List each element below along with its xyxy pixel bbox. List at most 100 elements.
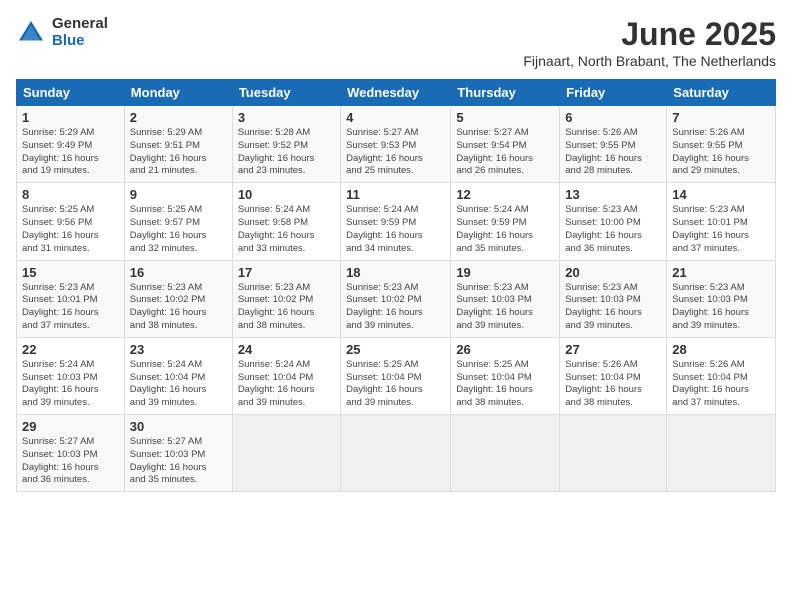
calendar-cell: 19Sunrise: 5:23 AM Sunset: 10:03 PM Dayl… <box>451 260 560 337</box>
day-number: 30 <box>130 419 227 434</box>
day-number: 1 <box>22 110 119 125</box>
calendar-cell: 25Sunrise: 5:25 AM Sunset: 10:04 PM Dayl… <box>341 337 451 414</box>
col-header-friday: Friday <box>560 80 667 106</box>
header: General Blue June 2025 Fijnaart, North B… <box>16 16 776 69</box>
day-number: 18 <box>346 265 445 280</box>
day-details: Sunrise: 5:27 AM Sunset: 9:54 PM Dayligh… <box>456 127 554 178</box>
location: Fijnaart, North Brabant, The Netherlands <box>523 53 776 69</box>
day-number: 23 <box>130 342 227 357</box>
calendar-cell: 1Sunrise: 5:29 AM Sunset: 9:49 PM Daylig… <box>17 106 125 183</box>
day-number: 22 <box>22 342 119 357</box>
col-header-saturday: Saturday <box>667 80 776 106</box>
logo-general-text: General <box>52 16 108 33</box>
day-number: 16 <box>130 265 227 280</box>
calendar-cell: 17 Sunrise: 5:23 AM Sunset: 10:02 PM Dayl… <box>232 260 340 337</box>
logo-blue-text: Blue <box>52 33 108 50</box>
calendar-cell: 29Sunrise: 5:27 AM Sunset: 10:03 PM Dayl… <box>17 415 125 492</box>
calendar-cell: 13 Sunrise: 5:23 AM Sunset: 10:00 PM Dayl… <box>560 183 667 260</box>
day-details: Sunrise: 5:24 AM Sunset: 9:59 PM Dayligh… <box>456 204 554 255</box>
day-details: Sunrise: 5:23 AM Sunset: 10:03 PM Daylig… <box>565 282 661 333</box>
day-number: 28 <box>672 342 770 357</box>
calendar-cell: 10 Sunrise: 5:24 AM Sunset: 9:58 PM Dayli… <box>232 183 340 260</box>
day-details: Sunrise: 5:23 AM Sunset: 10:01 PM Daylig… <box>672 204 770 255</box>
day-details: Sunrise: 5:27 AM Sunset: 9:53 PM Dayligh… <box>346 127 445 178</box>
day-details: Sunrise: 5:23 AM Sunset: 10:02 PM Daylig… <box>238 282 335 333</box>
day-details: Sunrise: 5:26 AM Sunset: 9:55 PM Dayligh… <box>565 127 661 178</box>
calendar-cell: 16 Sunrise: 5:23 AM Sunset: 10:02 PM Dayl… <box>124 260 232 337</box>
day-number: 27 <box>565 342 661 357</box>
day-details: Sunrise: 5:24 AM Sunset: 9:59 PM Dayligh… <box>346 204 445 255</box>
day-number: 21 <box>672 265 770 280</box>
page: General Blue June 2025 Fijnaart, North B… <box>0 0 792 502</box>
day-number: 13 <box>565 187 661 202</box>
month-title: June 2025 <box>523 16 776 53</box>
day-number: 6 <box>565 110 661 125</box>
day-details: Sunrise: 5:26 AM Sunset: 10:04 PM Daylig… <box>565 359 661 410</box>
calendar-cell: 24 Sunrise: 5:24 AM Sunset: 10:04 PM Dayl… <box>232 337 340 414</box>
day-number: 17 <box>238 265 335 280</box>
logo-text: General Blue <box>52 16 108 49</box>
day-number: 10 <box>238 187 335 202</box>
week-row-5: 29Sunrise: 5:27 AM Sunset: 10:03 PM Dayl… <box>17 415 776 492</box>
calendar-cell: 2 Sunrise: 5:29 AM Sunset: 9:51 PM Daylig… <box>124 106 232 183</box>
day-details: Sunrise: 5:26 AM Sunset: 10:04 PM Daylig… <box>672 359 770 410</box>
day-details: Sunrise: 5:25 AM Sunset: 10:04 PM Daylig… <box>456 359 554 410</box>
calendar-cell: 27 Sunrise: 5:26 AM Sunset: 10:04 PM Dayl… <box>560 337 667 414</box>
week-row-3: 15Sunrise: 5:23 AM Sunset: 10:01 PM Dayl… <box>17 260 776 337</box>
day-number: 11 <box>346 187 445 202</box>
day-details: Sunrise: 5:29 AM Sunset: 9:51 PM Dayligh… <box>130 127 227 178</box>
day-number: 2 <box>130 110 227 125</box>
day-details: Sunrise: 5:26 AM Sunset: 9:55 PM Dayligh… <box>672 127 770 178</box>
calendar-cell: 9Sunrise: 5:25 AM Sunset: 9:57 PM Daylig… <box>124 183 232 260</box>
day-number: 25 <box>346 342 445 357</box>
calendar-cell: 30 Sunrise: 5:27 AM Sunset: 10:03 PM Dayl… <box>124 415 232 492</box>
calendar-cell <box>232 415 340 492</box>
day-number: 4 <box>346 110 445 125</box>
calendar-cell: 23 Sunrise: 5:24 AM Sunset: 10:04 PM Dayl… <box>124 337 232 414</box>
day-details: Sunrise: 5:24 AM Sunset: 9:58 PM Dayligh… <box>238 204 335 255</box>
col-header-monday: Monday <box>124 80 232 106</box>
day-details: Sunrise: 5:24 AM Sunset: 10:04 PM Daylig… <box>130 359 227 410</box>
day-details: Sunrise: 5:23 AM Sunset: 10:03 PM Daylig… <box>456 282 554 333</box>
col-header-sunday: Sunday <box>17 80 125 106</box>
calendar-cell <box>560 415 667 492</box>
day-details: Sunrise: 5:23 AM Sunset: 10:01 PM Daylig… <box>22 282 119 333</box>
day-number: 14 <box>672 187 770 202</box>
day-details: Sunrise: 5:25 AM Sunset: 9:57 PM Dayligh… <box>130 204 227 255</box>
day-details: Sunrise: 5:24 AM Sunset: 10:04 PM Daylig… <box>238 359 335 410</box>
calendar-cell: 12Sunrise: 5:24 AM Sunset: 9:59 PM Dayli… <box>451 183 560 260</box>
calendar-cell: 15Sunrise: 5:23 AM Sunset: 10:01 PM Dayl… <box>17 260 125 337</box>
day-details: Sunrise: 5:23 AM Sunset: 10:02 PM Daylig… <box>346 282 445 333</box>
calendar-cell: 20Sunrise: 5:23 AM Sunset: 10:03 PM Dayl… <box>560 260 667 337</box>
calendar-cell: 14 Sunrise: 5:23 AM Sunset: 10:01 PM Dayl… <box>667 183 776 260</box>
day-details: Sunrise: 5:27 AM Sunset: 10:03 PM Daylig… <box>22 436 119 487</box>
calendar-cell: 8 Sunrise: 5:25 AM Sunset: 9:56 PM Daylig… <box>17 183 125 260</box>
calendar: SundayMondayTuesdayWednesdayThursdayFrid… <box>16 79 776 492</box>
day-number: 26 <box>456 342 554 357</box>
calendar-cell: 6 Sunrise: 5:26 AM Sunset: 9:55 PM Daylig… <box>560 106 667 183</box>
calendar-cell: 5Sunrise: 5:27 AM Sunset: 9:54 PM Daylig… <box>451 106 560 183</box>
logo: General Blue <box>16 16 108 49</box>
calendar-cell: 21 Sunrise: 5:23 AM Sunset: 10:03 PM Dayl… <box>667 260 776 337</box>
day-details: Sunrise: 5:25 AM Sunset: 9:56 PM Dayligh… <box>22 204 119 255</box>
logo-icon <box>16 18 46 48</box>
day-details: Sunrise: 5:27 AM Sunset: 10:03 PM Daylig… <box>130 436 227 487</box>
calendar-cell: 28 Sunrise: 5:26 AM Sunset: 10:04 PM Dayl… <box>667 337 776 414</box>
calendar-cell <box>667 415 776 492</box>
calendar-cell <box>451 415 560 492</box>
day-details: Sunrise: 5:23 AM Sunset: 10:02 PM Daylig… <box>130 282 227 333</box>
day-number: 8 <box>22 187 119 202</box>
day-number: 24 <box>238 342 335 357</box>
day-details: Sunrise: 5:23 AM Sunset: 10:03 PM Daylig… <box>672 282 770 333</box>
day-details: Sunrise: 5:24 AM Sunset: 10:03 PM Daylig… <box>22 359 119 410</box>
week-row-1: 1Sunrise: 5:29 AM Sunset: 9:49 PM Daylig… <box>17 106 776 183</box>
calendar-cell: 18 Sunrise: 5:23 AM Sunset: 10:02 PM Dayl… <box>341 260 451 337</box>
day-details: Sunrise: 5:28 AM Sunset: 9:52 PM Dayligh… <box>238 127 335 178</box>
week-row-2: 8 Sunrise: 5:25 AM Sunset: 9:56 PM Daylig… <box>17 183 776 260</box>
week-row-4: 22 Sunrise: 5:24 AM Sunset: 10:03 PM Dayl… <box>17 337 776 414</box>
calendar-cell <box>341 415 451 492</box>
calendar-header-row: SundayMondayTuesdayWednesdayThursdayFrid… <box>17 80 776 106</box>
col-header-wednesday: Wednesday <box>341 80 451 106</box>
title-area: June 2025 Fijnaart, North Brabant, The N… <box>523 16 776 69</box>
day-details: Sunrise: 5:23 AM Sunset: 10:00 PM Daylig… <box>565 204 661 255</box>
